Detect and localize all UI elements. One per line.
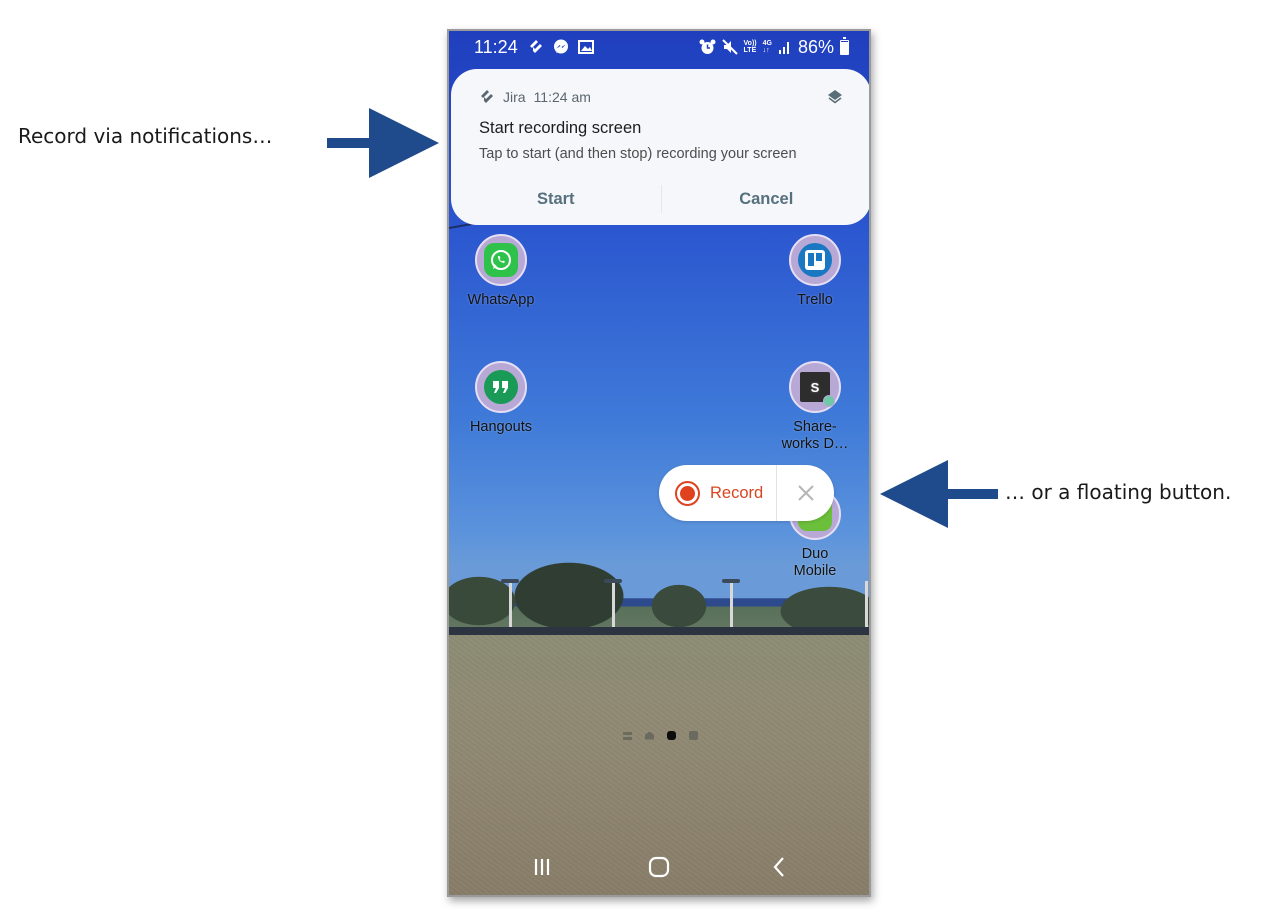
app-icon-ring [475,234,527,286]
network-top-text: 4G [762,40,772,47]
volte-top-text: Vo)) [743,40,757,47]
arrow-left-icon [880,460,998,528]
shareworks-icon: S [800,372,835,407]
volte-icon: Vo)) LTE [744,40,757,54]
notification-body: Tap to start (and then stop) recording y… [479,146,797,162]
cancel-button[interactable]: Cancel [662,179,870,219]
app-shareworks[interactable]: S Share- works D… [765,361,865,453]
shareworks-badge [823,395,835,407]
wallpaper-post [730,581,733,631]
battery-icon [840,36,849,55]
trello-icon [798,243,832,277]
wallpaper-fence [449,627,869,635]
navigation-bar [449,835,869,895]
notification-app-name: Jira [503,89,526,105]
status-bar: 11:24 Vo)) LTE 4G ↓↑ 86% [449,31,869,65]
notification-actions: Start Cancel [451,179,870,219]
wallpaper-lamp [501,579,519,583]
gallery-icon [578,40,594,54]
wallpaper-lamp [722,579,740,583]
page-dot[interactable] [689,731,698,740]
close-floating-button[interactable] [777,465,834,521]
notification-card[interactable]: Jira 11:24 am Start recording screen Tap… [451,69,870,225]
annotation-floating-caption: … or a floating button. [1005,480,1232,504]
messenger-icon [554,39,568,54]
home-icon [648,856,670,878]
app-trello[interactable]: Trello [765,234,865,309]
start-button[interactable]: Start [451,179,661,219]
recents-button[interactable] [522,853,562,881]
home-button[interactable] [639,853,679,881]
page-dot-active[interactable] [667,731,676,740]
status-time: 11:24 [474,37,518,57]
network-bottom-text: ↓↑ [762,47,770,54]
app-icon-ring [475,361,527,413]
page-indicator [623,731,698,740]
wallpaper-post [865,581,868,631]
battery-percent: 86% [797,36,834,57]
record-button[interactable]: Record [659,465,776,521]
app-label: Trello [797,292,833,308]
close-icon [797,485,814,501]
layers-icon[interactable] [827,89,843,105]
jira-icon [481,90,493,103]
app-icon-ring [789,234,841,286]
app-whatsapp[interactable]: WhatsApp [451,234,551,309]
battery-fill [841,42,848,54]
recents-icon [534,859,550,875]
wallpaper-post [509,581,512,631]
page-dot-home-icon[interactable] [645,731,654,740]
notification-header: Jira 11:24 am [479,89,591,105]
app-label: Duo Mobile [793,546,837,579]
annotation-notifications-caption: Record via notifications… [18,124,273,148]
mute-icon [721,39,738,55]
arrow-right-icon [327,108,439,178]
app-hangouts[interactable]: Hangouts [451,361,551,436]
floating-record-widget: Record [659,465,834,521]
network-4g-icon: 4G ↓↑ [763,40,772,54]
hangouts-icon [484,370,518,404]
whatsapp-icon [484,243,518,277]
notification-title: Start recording screen [479,119,642,137]
record-icon [675,480,700,506]
app-label: Hangouts [469,419,533,435]
wallpaper-post [612,581,615,631]
back-icon [773,857,784,877]
app-icon-ring: S [789,361,841,413]
app-label: WhatsApp [467,292,535,308]
wallpaper-lamp [604,579,622,583]
back-button[interactable] [759,853,799,881]
phone-screen: 11:24 Vo)) LTE 4G ↓↑ 86% Jira 11:24 am S… [447,29,871,897]
page-dot-list-icon[interactable] [623,731,632,740]
app-label: Share- works D… [781,419,849,452]
notification-time: 11:24 am [533,89,591,105]
signal-icon [778,42,789,54]
shareworks-glyph: S [810,379,820,395]
record-label: Record [710,483,764,502]
volte-bottom-text: LTE [743,47,757,54]
jira-icon [530,40,542,53]
alarm-icon [699,39,716,54]
